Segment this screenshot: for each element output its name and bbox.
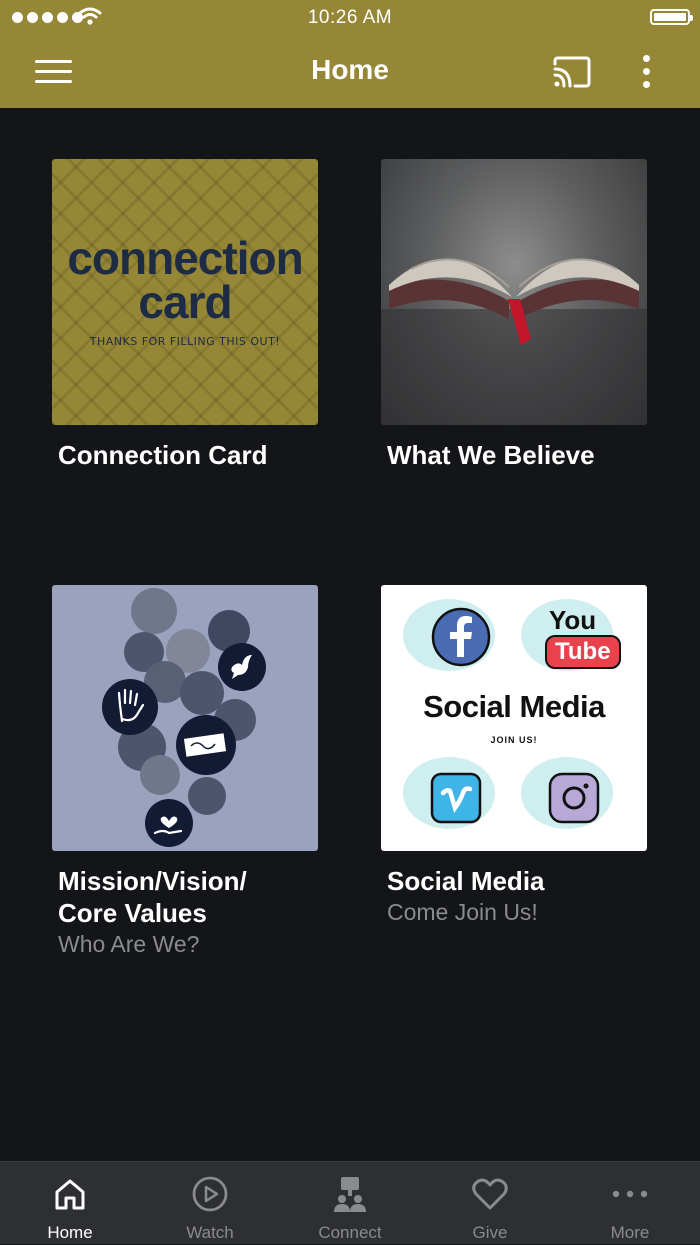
play-icon [192,1176,228,1212]
more-dots-icon [612,1190,648,1198]
youtube-you-text: You [549,605,597,635]
tile-title: What We Believe [387,440,595,470]
youtube-tube-text: Tube [545,635,621,669]
home-icon [55,1179,85,1210]
facebook-icon [431,607,491,667]
menu-button[interactable] [30,54,76,90]
heart-hand-icon [145,799,193,847]
tab-label: Home [47,1223,93,1242]
tile-subtitle: Come Join Us! [387,899,538,925]
dove-icon [218,643,266,691]
cast-button[interactable] [550,54,594,90]
tab-give[interactable]: Give [420,1162,560,1245]
connect-icon [334,1177,366,1212]
tile-what-we-believe[interactable]: What We Believe [381,159,647,471]
tile-title-line2: Core Values [58,898,207,928]
instagram-icon [548,772,600,824]
tile-mission-vision-core-values[interactable]: Mission/Vision/ Core Values Who Are We? [52,585,318,959]
tile-social-media[interactable]: You Tube Social Media JOIN US! Social Me… [381,585,647,927]
image-text-card: card [138,276,232,328]
tab-more[interactable]: More [560,1162,700,1245]
app-header: 10:26 AM Home [0,0,700,108]
more-options-button[interactable] [630,52,662,92]
navigation-bar: Home [0,36,700,108]
tile-title: Social Media [387,866,545,896]
tile-title: Connection Card [58,440,268,470]
battery-icon [650,9,693,25]
tab-home[interactable]: Home [0,1162,140,1245]
cast-icon [553,56,591,88]
tab-label: More [610,1223,650,1242]
tab-label: Give [472,1223,508,1242]
social-media-image: You Tube Social Media JOIN US! [381,585,647,851]
mission-values-image [52,585,318,851]
heart-icon [472,1178,508,1210]
tile-connection-card[interactable]: connection card THANKS FOR FILLING THIS … [52,159,318,471]
tab-connect[interactable]: Connect [280,1162,420,1245]
image-text-social-media: Social Media [423,689,605,724]
connection-card-image: connection card THANKS FOR FILLING THIS … [52,159,318,425]
tile-title: Mission/Vision/ [58,866,247,896]
image-text-join-us: JOIN US! [490,735,538,745]
open-bible-image [381,159,647,425]
raised-hand-icon [102,679,158,735]
image-text-tagline: THANKS FOR FILLING THIS OUT! [89,335,281,348]
tab-label: Connect [318,1223,382,1242]
tile-subtitle: Who Are We? [58,931,200,957]
tab-label: Watch [186,1223,234,1242]
page-title: Home [311,54,389,85]
bottom-tab-bar: Home Watch Connect Give More [0,1161,700,1244]
status-bar: 10:26 AM [0,0,700,36]
vimeo-icon [430,772,482,824]
bible-illustration [381,258,647,425]
tab-watch[interactable]: Watch [140,1162,280,1245]
status-time: 10:26 AM [307,7,393,28]
welcome-sign-icon [176,715,236,775]
